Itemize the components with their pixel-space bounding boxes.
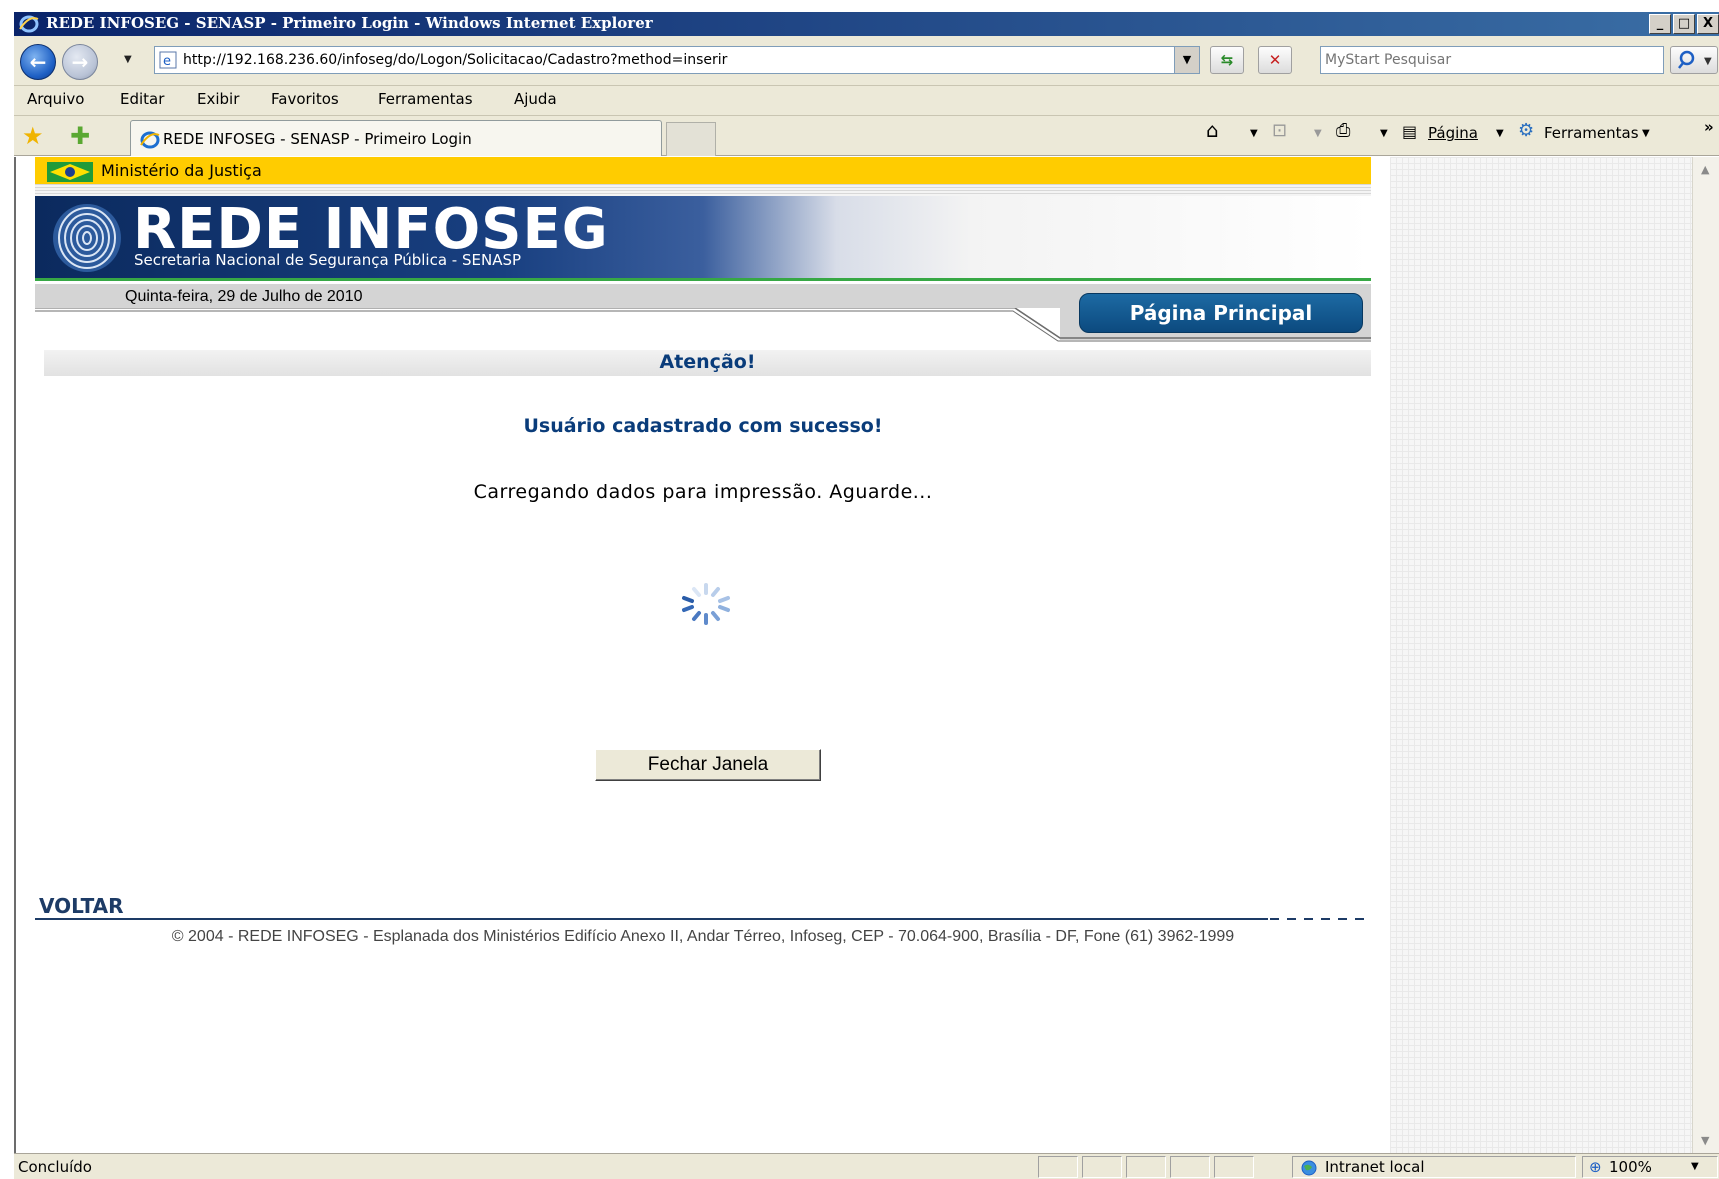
scroll-down-icon[interactable]: ▼ (1701, 1134, 1709, 1147)
ministry-label: Ministério da Justiça (101, 161, 262, 180)
home-dropdown-icon[interactable]: ▼ (1250, 128, 1258, 139)
window-title: REDE INFOSEG - SENASP - Primeiro Login -… (46, 14, 653, 32)
stop-button[interactable]: ✕ (1258, 46, 1292, 74)
menu-arquivo[interactable]: Arquivo (27, 90, 84, 108)
header-stripe (35, 184, 1371, 196)
ie-tab-icon (140, 131, 160, 149)
feeds-dropdown-icon[interactable]: ▼ (1314, 128, 1322, 139)
refresh-button[interactable]: ⇆ (1210, 46, 1244, 74)
main-page-button[interactable]: Página Principal (1079, 293, 1363, 333)
history-dropdown-icon[interactable]: ▼ (124, 54, 132, 65)
status-bar: Concluído Intranet local ⊕ 100% ▼ (14, 1153, 1719, 1179)
status-cell (1126, 1156, 1166, 1178)
security-zone[interactable]: Intranet local (1292, 1156, 1576, 1178)
feeds-icon[interactable]: ⊡ (1272, 120, 1287, 141)
search-button[interactable]: ▼ (1670, 46, 1718, 74)
page-menu-icon: ▤ (1402, 122, 1418, 141)
home-icon[interactable]: ⌂ (1206, 118, 1219, 142)
search-box[interactable] (1320, 46, 1664, 74)
menu-ajuda[interactable]: Ajuda (514, 90, 557, 108)
fingerprint-icon (53, 204, 121, 272)
tools-menu[interactable]: Ferramentas (1544, 124, 1639, 142)
status-cell (1170, 1156, 1210, 1178)
intranet-globe-icon (1301, 1160, 1317, 1176)
close-window-button[interactable]: X (1697, 14, 1719, 34)
loading-spinner-icon (682, 583, 730, 625)
maximize-button[interactable]: □ (1673, 14, 1695, 34)
current-date: Quinta-feira, 29 de Julho de 2010 (125, 288, 363, 305)
forward-button[interactable]: → (62, 44, 98, 80)
government-bar: Ministério da Justiça (35, 157, 1371, 186)
zoom-dropdown-icon[interactable]: ▼ (1691, 1161, 1699, 1172)
page-icon: e (159, 51, 177, 69)
attention-bar: Atenção! (44, 350, 1371, 376)
footer-text: © 2004 - REDE INFOSEG - Esplanada dos Mi… (171, 928, 1235, 945)
attention-title: Atenção! (659, 351, 756, 373)
favorites-star-icon[interactable]: ★ (22, 122, 44, 150)
page-menu[interactable]: Página (1428, 124, 1478, 142)
status-text: Concluído (18, 1158, 92, 1176)
add-favorite-icon[interactable]: ✚ (70, 122, 90, 150)
loading-message: Carregando dados para impressão. Aguarde… (473, 481, 933, 503)
search-input[interactable] (1325, 50, 1655, 70)
site-banner: REDE INFOSEG Secretaria Nacional de Segu… (35, 196, 1371, 281)
footer-divider (35, 918, 1268, 920)
zoom-control[interactable]: ⊕ 100% ▼ (1582, 1156, 1718, 1178)
minimize-button[interactable]: _ (1649, 14, 1671, 34)
tools-gear-icon: ⚙ (1518, 120, 1535, 141)
back-link[interactable]: VOLTAR (39, 894, 124, 918)
footer-dashed-divider (1270, 918, 1372, 920)
tab-label: REDE INFOSEG - SENASP - Primeiro Login (163, 130, 472, 148)
right-background-panel (1390, 157, 1692, 1153)
vertical-scrollbar[interactable]: ▲ ▼ (1692, 157, 1719, 1153)
url-input[interactable] (183, 50, 1163, 70)
tools-dropdown-icon[interactable]: ▼ (1642, 128, 1650, 139)
address-toolbar: ← → ▼ e ▼ ⇆ ✕ ▼ (14, 36, 1719, 86)
page-dropdown-icon[interactable]: ▼ (1496, 128, 1504, 139)
tab-primeiro-login[interactable]: REDE INFOSEG - SENASP - Primeiro Login (130, 120, 662, 156)
status-cell (1082, 1156, 1122, 1178)
brand-subtitle: Secretaria Nacional de Segurança Pública… (134, 251, 522, 269)
menu-exibir[interactable]: Exibir (197, 90, 239, 108)
menu-editar[interactable]: Editar (120, 90, 164, 108)
success-message: Usuário cadastrado com sucesso! (523, 415, 883, 437)
search-icon: ▼ (1678, 50, 1712, 69)
svg-text:▼: ▼ (1704, 56, 1712, 67)
back-button[interactable]: ← (20, 44, 56, 80)
window-title-bar: REDE INFOSEG - SENASP - Primeiro Login -… (14, 12, 1719, 36)
address-dropdown-icon[interactable]: ▼ (1174, 46, 1200, 74)
toolbar-overflow-icon[interactable]: » (1704, 118, 1714, 136)
print-icon[interactable]: ⎙ (1336, 120, 1350, 141)
menu-favoritos[interactable]: Favoritos (271, 90, 339, 108)
brazil-flag-icon (47, 162, 93, 182)
address-bar[interactable]: e ▼ (154, 46, 1200, 74)
print-dropdown-icon[interactable]: ▼ (1380, 128, 1388, 139)
svg-text:e: e (163, 54, 171, 69)
zoom-level: 100% (1609, 1158, 1652, 1176)
zoom-icon: ⊕ (1589, 1158, 1602, 1176)
tab-bar: ★ ✚ REDE INFOSEG - SENASP - Primeiro Log… (14, 116, 1719, 156)
status-cell (1038, 1156, 1078, 1178)
close-window-page-button[interactable]: Fechar Janela (595, 749, 821, 781)
zone-label: Intranet local (1325, 1158, 1425, 1176)
menu-bar: Arquivo Editar Exibir Favoritos Ferramen… (14, 86, 1719, 116)
status-cell (1214, 1156, 1254, 1178)
menu-ferramentas[interactable]: Ferramentas (378, 90, 473, 108)
scroll-up-icon[interactable]: ▲ (1701, 163, 1709, 176)
new-tab-button[interactable] (666, 122, 716, 156)
ie-logo-icon (19, 15, 39, 33)
